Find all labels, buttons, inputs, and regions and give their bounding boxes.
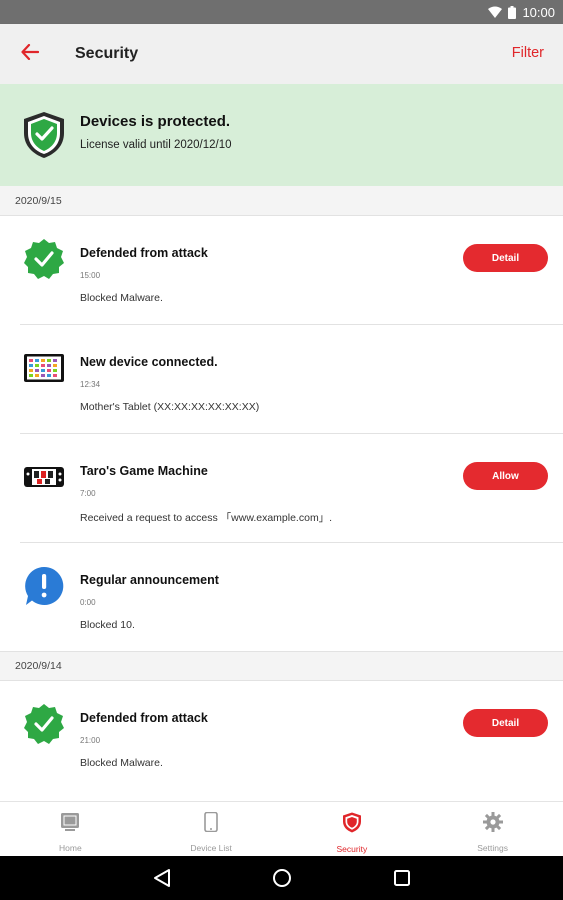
event-description: Blocked Malware. xyxy=(80,292,163,304)
nav-label-home: Home xyxy=(59,843,82,853)
event-item: Defended from attack 15:00 Blocked Malwa… xyxy=(0,216,563,324)
gear-icon xyxy=(482,812,503,837)
date-header: 2020/9/15 xyxy=(0,186,563,216)
event-title: Taro's Game Machine xyxy=(80,464,208,478)
detail-button[interactable]: Detail xyxy=(463,709,548,737)
event-description: Blocked 10. xyxy=(80,619,135,631)
game-machine-icon xyxy=(22,455,66,499)
home-circle-icon[interactable] xyxy=(272,868,292,893)
nav-label-settings: Settings xyxy=(477,843,508,853)
protection-status-title: Devices is protected. xyxy=(80,113,231,130)
event-item: Taro's Game Machine 7:00 Received a requ… xyxy=(0,434,563,542)
nav-home[interactable]: Home xyxy=(0,802,141,856)
event-item: Regular announcement 0:00 Blocked 10. xyxy=(0,543,563,651)
event-description: Received a request to access 「www.exampl… xyxy=(80,512,333,524)
check-badge-icon xyxy=(22,237,66,281)
event-item: Defended from attack 21:00 Blocked Malwa… xyxy=(0,681,563,789)
event-time: 15:00 xyxy=(80,271,101,280)
arrow-left-icon xyxy=(21,43,40,65)
event-time: 12:34 xyxy=(80,380,101,389)
filter-button[interactable]: Filter xyxy=(512,45,544,61)
event-time: 7:00 xyxy=(80,489,96,498)
recents-square-icon[interactable] xyxy=(393,869,411,892)
system-navigation-bar xyxy=(0,856,563,900)
event-title: Defended from attack xyxy=(80,711,208,725)
app-bar: Security Filter xyxy=(0,24,563,84)
detail-button[interactable]: Detail xyxy=(463,244,548,272)
event-description: Blocked Malware. xyxy=(80,757,163,769)
event-time: 21:00 xyxy=(80,736,101,745)
license-validity: License valid until 2020/12/10 xyxy=(80,139,232,151)
nav-label-device-list: Device List xyxy=(190,843,232,853)
bottom-navigation: Home Device List Security Settings xyxy=(0,801,563,856)
event-title: New device connected. xyxy=(80,355,218,369)
page-title: Security xyxy=(75,45,139,62)
battery-icon xyxy=(508,5,517,19)
event-title: Regular announcement xyxy=(80,573,219,587)
status-time: 10:00 xyxy=(522,4,555,20)
event-item: New device connected. 12:34 Mother's Tab… xyxy=(0,325,563,433)
tablet-icon xyxy=(22,346,66,390)
shield-check-icon xyxy=(22,111,66,164)
nav-settings[interactable]: Settings xyxy=(422,802,563,856)
shield-icon xyxy=(342,812,362,838)
wifi-icon xyxy=(488,6,503,18)
nav-device-list[interactable]: Device List xyxy=(141,802,282,856)
event-title: Defended from attack xyxy=(80,246,208,260)
nav-label-security: Security xyxy=(336,844,368,854)
allow-button[interactable]: Allow xyxy=(463,462,548,490)
event-description: Mother's Tablet (XX:XX:XX:XX:XX:XX) xyxy=(80,401,260,413)
date-header: 2020/9/14 xyxy=(0,651,563,681)
check-badge-icon xyxy=(22,702,66,746)
nav-security[interactable]: Security xyxy=(282,802,423,856)
protection-banner: Devices is protected. License valid unti… xyxy=(0,84,563,186)
event-time: 0:00 xyxy=(80,598,96,607)
back-triangle-icon[interactable] xyxy=(153,868,171,893)
back-button[interactable] xyxy=(0,24,60,84)
announcement-icon xyxy=(22,564,66,608)
home-icon xyxy=(60,812,80,837)
status-bar: 10:00 xyxy=(0,0,563,24)
phone-icon xyxy=(204,811,218,837)
